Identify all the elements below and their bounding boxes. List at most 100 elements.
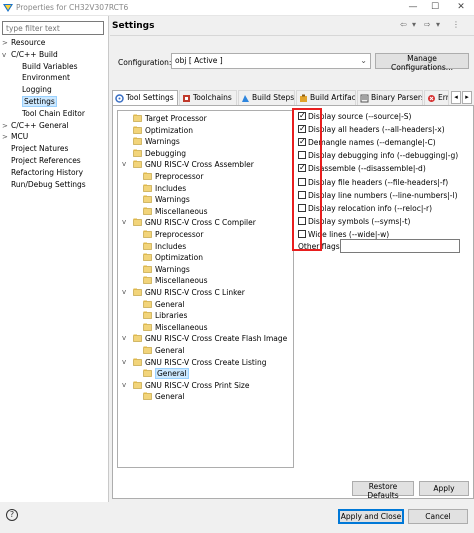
option-checkbox[interactable] bbox=[298, 136, 306, 147]
tree-item[interactable]: Preprocessor bbox=[143, 229, 203, 240]
nav-item-label: Project References bbox=[11, 156, 81, 165]
nav-item[interactable]: v C/C++ Build bbox=[2, 49, 58, 60]
back-menu-icon[interactable]: ▾ bbox=[412, 20, 416, 29]
manage-configurations-button[interactable]: Manage Configurations... bbox=[375, 53, 469, 72]
tree-item[interactable]: General bbox=[143, 368, 189, 380]
tree-item[interactable]: v GNU RISC-V Cross Create Listing bbox=[122, 357, 267, 368]
tab-scroll-right-icon[interactable]: ▸ bbox=[462, 91, 472, 104]
tab-binary-parsers[interactable]: Binary Parsers bbox=[357, 90, 423, 105]
chevron-down-icon[interactable]: v bbox=[122, 380, 131, 391]
more-menu-icon[interactable]: ⋮ bbox=[452, 20, 460, 29]
tree-item[interactable]: Warnings bbox=[143, 264, 190, 275]
option-checkbox[interactable] bbox=[298, 151, 306, 160]
tree-item[interactable]: Optimization bbox=[143, 252, 203, 263]
tree-item[interactable]: General bbox=[143, 299, 185, 310]
tree-item[interactable]: Debugging bbox=[133, 148, 186, 159]
tree-item-label: GNU RISC-V Cross Assembler bbox=[145, 160, 254, 170]
minimize-button[interactable]: — bbox=[402, 1, 424, 14]
cancel-button[interactable]: Cancel bbox=[408, 509, 468, 524]
chevron-down-icon[interactable]: v bbox=[122, 217, 131, 228]
tree-item-label: Miscellaneous bbox=[155, 322, 208, 332]
chevron-down-icon[interactable]: v bbox=[122, 287, 131, 298]
tree-item[interactable]: Miscellaneous bbox=[143, 206, 208, 217]
restore-defaults-button[interactable]: Restore Defaults bbox=[352, 481, 414, 500]
tree-item[interactable]: Preprocessor bbox=[143, 171, 203, 182]
chevron-right-icon[interactable]: > bbox=[2, 121, 11, 132]
tree-item-label: Includes bbox=[155, 241, 187, 251]
nav-item[interactable]: Build Variables bbox=[13, 61, 78, 72]
nav-item[interactable]: Settings bbox=[13, 96, 57, 107]
tree-item-label: Optimization bbox=[145, 125, 193, 135]
nav-item[interactable]: > C/C++ General bbox=[2, 120, 69, 131]
tree-item-label: Preprocessor bbox=[155, 230, 204, 239]
close-window-button[interactable]: ✕ bbox=[450, 1, 472, 14]
option-checkbox[interactable] bbox=[298, 123, 306, 134]
other-flags-input[interactable] bbox=[340, 239, 460, 253]
option-checkbox[interactable] bbox=[298, 203, 306, 212]
tab-tool-settings[interactable]: Tool Settings bbox=[112, 90, 178, 106]
nav-item[interactable]: > MCU bbox=[2, 131, 28, 142]
tree-item[interactable]: General bbox=[143, 345, 185, 356]
forward-arrow-icon[interactable]: ⇨ bbox=[424, 20, 431, 29]
maximize-button[interactable]: ☐ bbox=[424, 1, 446, 14]
tab-build-steps[interactable]: Build Steps bbox=[238, 90, 295, 105]
nav-item[interactable]: Project Natures bbox=[2, 143, 68, 154]
nav-item[interactable]: Tool Chain Editor bbox=[13, 108, 85, 119]
chevron-right-icon[interactable]: > bbox=[2, 38, 11, 49]
tree-item[interactable]: Target Processor bbox=[133, 113, 207, 124]
option-label: Display line numbers (--line-numbers|-l) bbox=[308, 190, 458, 200]
tab-build-artifact[interactable]: Build Artifact bbox=[296, 90, 356, 105]
back-arrow-icon[interactable]: ⇦ bbox=[400, 20, 407, 29]
help-icon[interactable]: ? bbox=[6, 509, 18, 521]
tree-item-label: General bbox=[155, 392, 185, 402]
nav-item[interactable]: Environment bbox=[13, 72, 70, 83]
tree-item[interactable]: Warnings bbox=[133, 136, 180, 147]
nav-item[interactable]: > Resource bbox=[2, 37, 45, 48]
chevron-down-icon[interactable]: v bbox=[122, 357, 131, 368]
nav-item[interactable]: Run/Debug Settings bbox=[2, 179, 86, 190]
tree-item[interactable]: General bbox=[143, 391, 185, 402]
option-checkbox[interactable] bbox=[298, 229, 306, 238]
chevron-down-icon[interactable]: v bbox=[2, 50, 11, 61]
tree-item[interactable]: Miscellaneous bbox=[143, 275, 208, 286]
forward-menu-icon[interactable]: ▾ bbox=[436, 20, 440, 29]
tree-item[interactable]: Warnings bbox=[143, 194, 190, 205]
folder-icon bbox=[143, 184, 152, 192]
option-checkbox[interactable] bbox=[298, 162, 306, 173]
chevron-down-icon[interactable]: v bbox=[122, 159, 131, 170]
tab-scroll-left-icon[interactable]: ◂ bbox=[451, 91, 461, 104]
tree-item[interactable]: Miscellaneous bbox=[143, 322, 208, 333]
apply-button[interactable]: Apply bbox=[419, 481, 469, 496]
chevron-right-icon[interactable]: > bbox=[2, 132, 11, 143]
option-checkbox[interactable] bbox=[298, 216, 306, 225]
nav-item-label: Run/Debug Settings bbox=[11, 179, 86, 189]
tab-toolchains[interactable]: Toolchains bbox=[179, 90, 237, 105]
configuration-select[interactable]: obj [ Active ] ⌄ bbox=[171, 53, 371, 69]
nav-item[interactable]: Logging bbox=[13, 84, 52, 95]
tree-item[interactable]: Optimization bbox=[133, 125, 193, 136]
tree-item[interactable]: Includes bbox=[143, 183, 186, 194]
option-checkbox[interactable] bbox=[298, 190, 306, 199]
option-checkbox[interactable] bbox=[298, 110, 306, 121]
tree-item-label: GNU RISC-V Cross Print Size bbox=[145, 380, 250, 390]
nav-item[interactable]: Refactoring History bbox=[2, 167, 83, 178]
apply-and-close-button[interactable]: Apply and Close bbox=[338, 509, 404, 524]
folder-icon bbox=[143, 172, 152, 180]
tree-item[interactable]: v GNU RISC-V Cross Create Flash Image bbox=[122, 333, 287, 344]
chevron-down-icon[interactable]: v bbox=[122, 333, 131, 344]
option-label: Display all headers (--all-headers|-x) bbox=[308, 125, 445, 135]
tree-item[interactable]: Includes bbox=[143, 241, 186, 252]
tree-item[interactable]: v GNU RISC-V Cross C Compiler bbox=[122, 217, 256, 228]
tree-item-label: GNU RISC-V Cross Create Listing bbox=[145, 357, 267, 367]
tree-item[interactable]: v GNU RISC-V Cross C Linker bbox=[122, 287, 245, 298]
filter-input[interactable] bbox=[2, 21, 104, 35]
tree-item-label: Target Processor bbox=[145, 114, 207, 123]
tree-item[interactable]: v GNU RISC-V Cross Print Size bbox=[122, 380, 250, 391]
tree-item-label: Preprocessor bbox=[155, 172, 204, 181]
tree-item[interactable]: v GNU RISC-V Cross Assembler bbox=[122, 159, 254, 170]
chevron-down-icon: ⌄ bbox=[360, 56, 367, 65]
tab-error-parsers[interactable]: Err bbox=[424, 90, 449, 105]
tree-item[interactable]: Libraries bbox=[143, 310, 187, 321]
nav-item[interactable]: Project References bbox=[2, 155, 81, 166]
option-checkbox[interactable] bbox=[298, 177, 306, 186]
